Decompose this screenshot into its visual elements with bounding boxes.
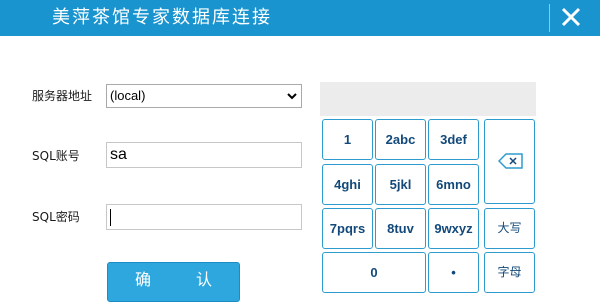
sql-account-value: sa xyxy=(110,146,127,163)
keypad-display xyxy=(320,82,536,116)
key-3[interactable]: 3def xyxy=(428,119,479,160)
server-address-value: (local) xyxy=(110,88,146,103)
chevron-down-icon xyxy=(287,93,297,100)
key-9[interactable]: 9wxyz xyxy=(428,208,479,249)
key-7[interactable]: 7pqrs xyxy=(322,208,373,249)
window-title: 美萍茶馆专家数据库连接 xyxy=(52,7,272,28)
text-caret xyxy=(110,209,111,226)
key-5[interactable]: 5jkl xyxy=(375,164,426,205)
sql-account-input[interactable]: sa xyxy=(106,142,302,168)
key-1[interactable]: 1 xyxy=(322,119,373,160)
backspace-key[interactable] xyxy=(484,119,535,204)
key-4[interactable]: 4ghi xyxy=(322,164,373,205)
backspace-icon xyxy=(498,153,523,169)
sql-password-label: SQL密码 xyxy=(32,210,80,224)
letters-key[interactable]: 字母 xyxy=(484,252,535,293)
title-bar: 美萍茶馆专家数据库连接 xyxy=(0,0,600,36)
key-2[interactable]: 2abc xyxy=(375,119,426,160)
close-icon xyxy=(561,7,581,27)
title-separator xyxy=(549,4,550,32)
confirm-button[interactable]: 确 认 xyxy=(107,262,240,302)
key-6[interactable]: 6mno xyxy=(428,164,479,205)
key-0[interactable]: 0 xyxy=(322,252,426,293)
caps-key[interactable]: 大写 xyxy=(484,208,535,249)
server-address-label: 服务器地址 xyxy=(32,89,93,103)
sql-account-label: SQL账号 xyxy=(32,149,80,163)
server-address-select[interactable]: (local) xyxy=(106,84,302,108)
close-button[interactable] xyxy=(555,2,587,34)
key-dot[interactable]: • xyxy=(428,252,479,293)
key-8[interactable]: 8tuv xyxy=(375,208,426,249)
sql-password-input[interactable] xyxy=(106,204,302,230)
